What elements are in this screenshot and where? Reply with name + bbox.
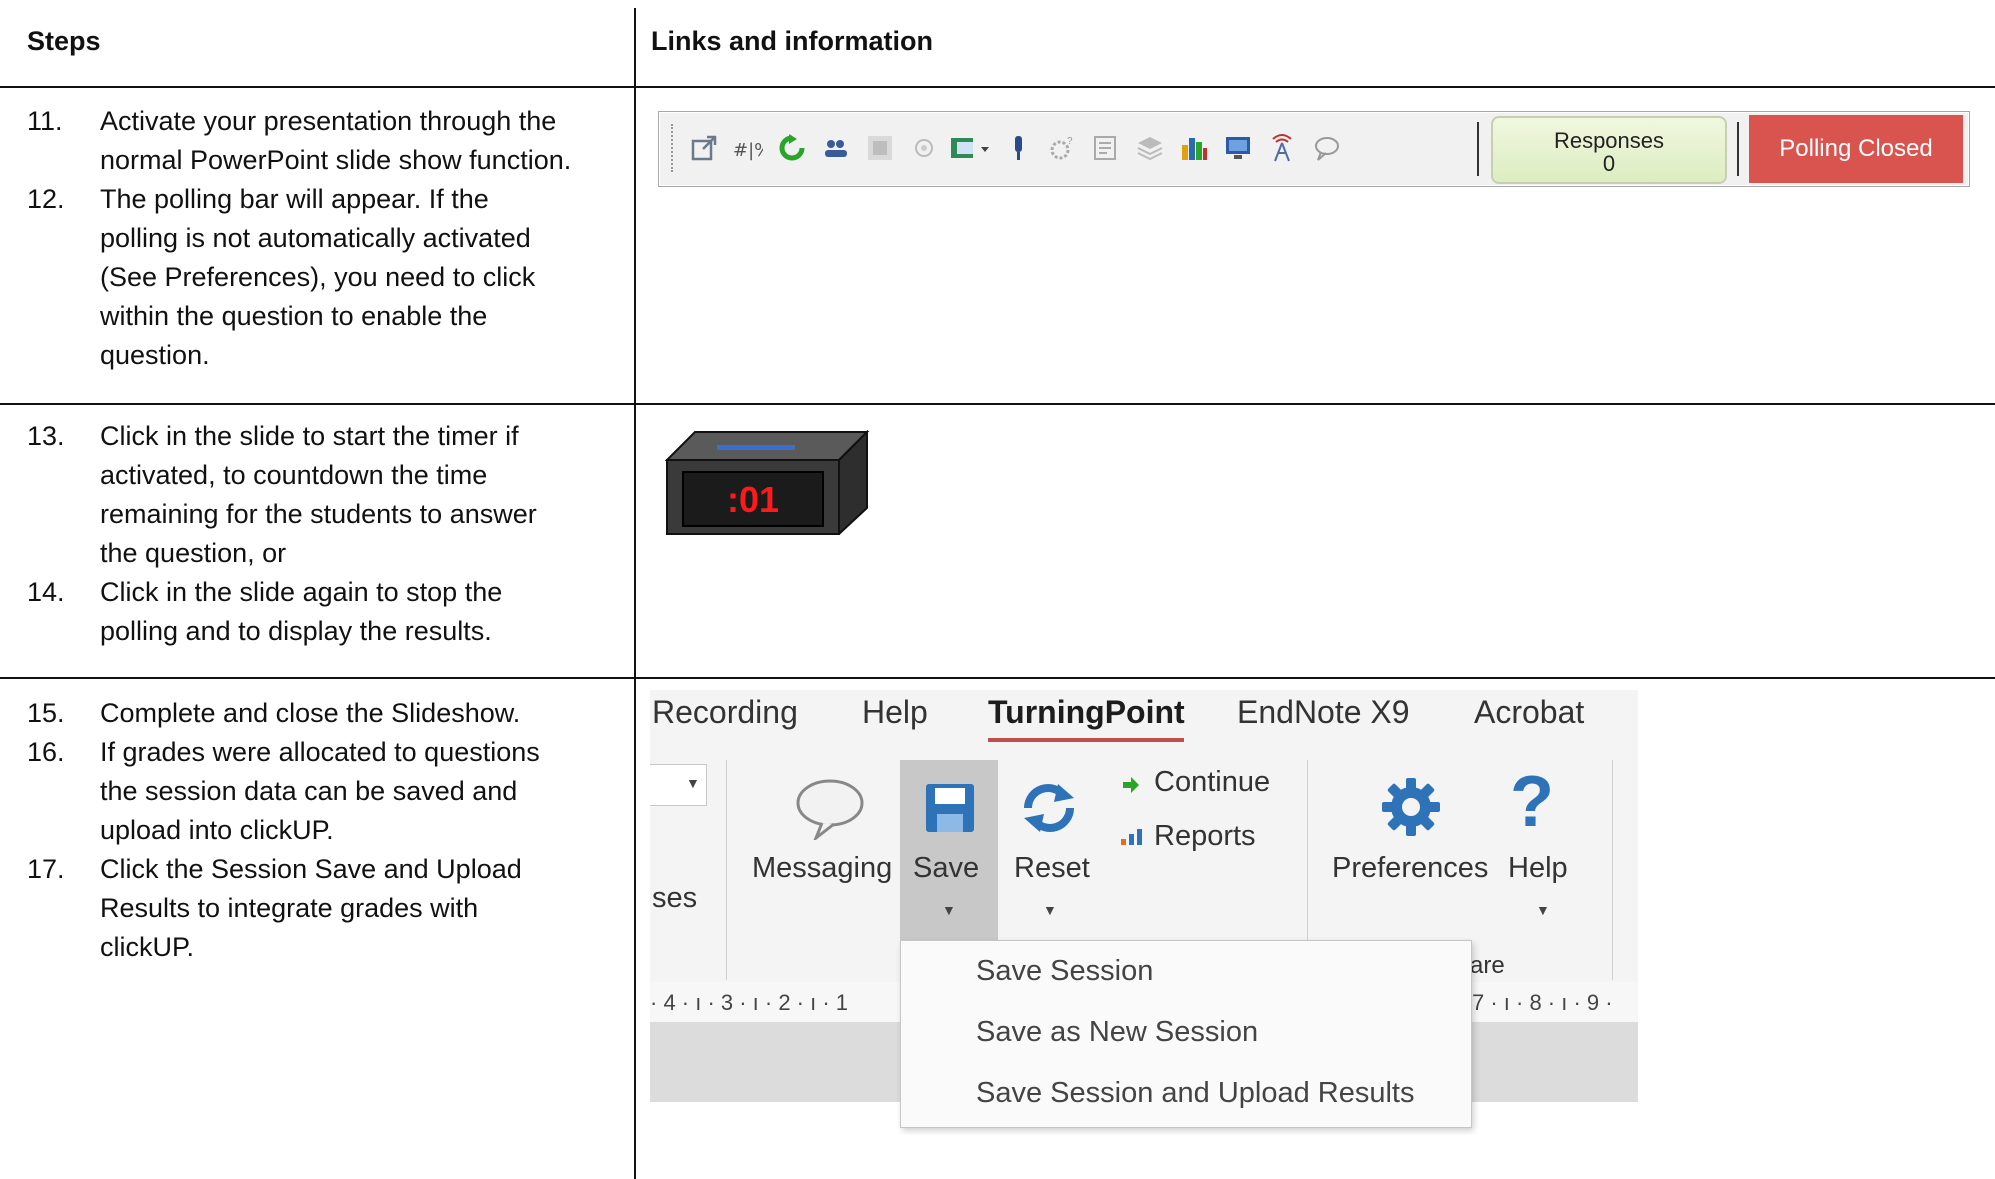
step-text: Click in the slide to start the timer if (100, 421, 519, 451)
turningpoint-ribbon: Recording Help TurningPoint EndNote X9 A… (650, 690, 1638, 1135)
ruler-right-ticks: 7 · ı · 8 · ı · 9 · (1472, 990, 1613, 1015)
tab-acrobat[interactable]: Acrobat (1474, 694, 1584, 731)
row-divider (0, 86, 1995, 88)
step-number: 17. (27, 854, 65, 884)
tab-turningpoint[interactable]: TurningPoint (988, 694, 1185, 731)
grid-icon[interactable] (865, 133, 895, 163)
popout-icon[interactable] (689, 133, 719, 163)
help-question-icon[interactable]: ? (1510, 762, 1554, 842)
step-text: Click the Session Save and Upload (100, 854, 522, 884)
toolbar-grip (671, 124, 675, 172)
save-dropdown-menu: Save Session Save as New Session Save Se… (900, 940, 1472, 1128)
step-text: remaining for the students to answer (100, 499, 537, 529)
menu-item-save-session[interactable]: Save Session (976, 955, 1153, 988)
group-divider (1612, 760, 1613, 980)
partial-group-label: are (1470, 952, 1505, 979)
polling-status-button[interactable]: Polling Closed (1749, 115, 1963, 183)
gear-icon[interactable] (1380, 776, 1442, 838)
partial-group-label: ses (652, 882, 698, 914)
help-button[interactable]: Help (1508, 852, 1568, 885)
participants-icon[interactable] (821, 133, 851, 163)
step-text: Click in the slide again to stop the (100, 577, 503, 607)
list-dropdown[interactable]: ▼ (650, 764, 707, 806)
preferences-button[interactable]: Preferences (1332, 852, 1488, 885)
speech-bubble-icon (796, 779, 864, 840)
step-text: polling is not automatically activated (100, 223, 531, 253)
step-text: (See Preferences), you need to click (100, 262, 536, 292)
save-button[interactable]: Save (913, 852, 979, 885)
microphone-icon[interactable] (1003, 133, 1033, 163)
toolbar-separator (1477, 122, 1479, 176)
menu-item-save-and-upload[interactable]: Save Session and Upload Results (976, 1077, 1414, 1110)
toolbar-separator (1737, 122, 1739, 176)
tab-recording[interactable]: Recording (652, 694, 798, 731)
reports-chart-icon (1121, 829, 1142, 845)
step-text: If grades were allocated to questions (100, 737, 540, 767)
continue-arrow-icon (1123, 777, 1139, 793)
countdown-timer: :01 (665, 430, 870, 535)
bar-chart-icon[interactable] (1179, 133, 1209, 163)
step-text: clickUP. (100, 932, 195, 962)
responses-label: Responses (1553, 128, 1665, 153)
step-number: 16. (27, 737, 65, 767)
polling-toolbar: #|% ? Responses 0 Polling Closed (658, 111, 1970, 187)
chevron-down-icon[interactable]: ▼ (942, 902, 956, 918)
ruler-left-ticks: · 4 · ı · 3 · ı · 2 · ı · 1 (650, 990, 849, 1015)
responses-count: 0 (1602, 151, 1616, 176)
step-text: within the question to enable the (100, 301, 488, 331)
step-text: Results to integrate grades with (100, 893, 479, 923)
svg-text:#|%: #|% (733, 140, 763, 161)
step-text: the session data can be saved and (100, 776, 518, 806)
row-divider (0, 403, 1995, 405)
step-text: upload into clickUP. (100, 815, 334, 845)
refresh-icon[interactable] (777, 133, 807, 163)
step-text: The polling bar will appear. If the (100, 184, 489, 214)
chevron-down-icon[interactable]: ▼ (1043, 902, 1057, 918)
circle-icon[interactable] (909, 133, 939, 163)
reset-icon[interactable] (1018, 780, 1080, 836)
step-number: 14. (27, 577, 65, 607)
slide-menu-icon[interactable] (949, 133, 995, 163)
monitor-icon[interactable] (1223, 133, 1253, 163)
step-text: Activate your presentation through the (100, 106, 557, 136)
reports-button[interactable]: Reports (1154, 820, 1256, 853)
svg-text:?: ? (1067, 136, 1073, 147)
messaging-button[interactable]: Messaging (752, 852, 892, 885)
column-divider (634, 8, 636, 1179)
timer-display: :01 (727, 479, 779, 520)
reset-button[interactable]: Reset (1014, 852, 1090, 885)
speech-bubble-icon[interactable] (1311, 133, 1341, 163)
tab-endnote[interactable]: EndNote X9 (1237, 694, 1410, 731)
step-text: polling and to display the results. (100, 616, 492, 646)
list-icon[interactable] (1091, 133, 1121, 163)
step-number: 13. (27, 421, 65, 451)
antenna-icon[interactable] (1267, 133, 1297, 163)
step-text: normal PowerPoint slide show function. (100, 145, 572, 175)
responses-counter: Responses 0 (1491, 116, 1727, 184)
links-header: Links and information (651, 26, 934, 56)
layers-icon[interactable] (1135, 133, 1165, 163)
row-divider (0, 677, 1995, 679)
step-number: 12. (27, 184, 65, 214)
save-icon[interactable] (922, 780, 978, 836)
step-text: the question, or (100, 538, 287, 568)
continue-button[interactable]: Continue (1154, 766, 1270, 799)
tab-help[interactable]: Help (862, 694, 928, 731)
percent-icon[interactable]: #|% (733, 133, 763, 163)
selected-tab-indicator (988, 738, 1184, 742)
step-text: Complete and close the Slideshow. (100, 698, 521, 728)
steps-header: Steps (27, 26, 101, 56)
menu-item-save-as-new-session[interactable]: Save as New Session (976, 1016, 1258, 1049)
group-divider (726, 760, 727, 980)
step-text: question. (100, 340, 210, 370)
step-number: 15. (27, 698, 65, 728)
step-text: activated, to countdown the time (100, 460, 488, 490)
gear-question-icon[interactable]: ? (1047, 133, 1077, 163)
step-number: 11. (27, 106, 63, 136)
chevron-down-icon: ▼ (686, 775, 700, 791)
chevron-down-icon[interactable]: ▼ (1536, 902, 1550, 918)
